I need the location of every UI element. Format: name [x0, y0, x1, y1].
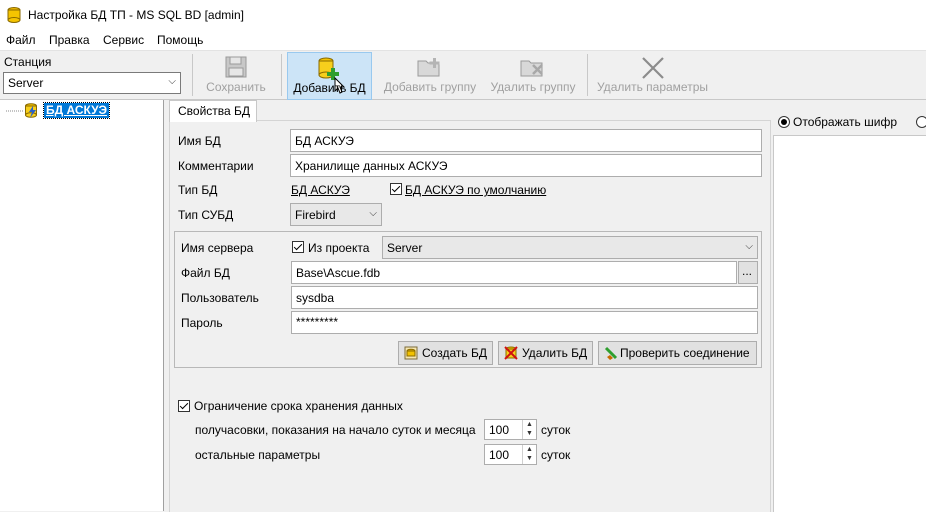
app-db-icon [7, 7, 21, 23]
retention-row2-unit: суток [541, 448, 571, 462]
create-db-icon [404, 346, 418, 360]
add-folder-icon [417, 58, 440, 77]
server-value: Server [387, 241, 423, 255]
password-value: ********* [296, 315, 339, 329]
tree-connector [6, 110, 24, 112]
file-value: Base\Ascue.fdb [296, 266, 381, 280]
browse-button[interactable]: ... [738, 261, 758, 284]
user-field[interactable]: sysdba [291, 286, 758, 309]
check-connection-label: Проверить соединение [620, 346, 750, 360]
add-db-button[interactable]: Добавить БД [287, 52, 372, 100]
tab-db-properties[interactable]: Свойства БД [169, 100, 257, 122]
comment-label: Комментарии [178, 159, 254, 173]
db-node-icon [25, 103, 37, 118]
chevron-down-icon: ⌵ [745, 241, 753, 252]
delete-group-button[interactable]: Удалить группу [485, 52, 581, 98]
menu-file[interactable]: Файл [6, 33, 36, 47]
toolbar-divider [587, 54, 588, 96]
retention-checkbox[interactable] [178, 400, 190, 412]
menu-bar: Файл Правка Сервис Помощь [0, 30, 926, 51]
plug-icon [604, 346, 618, 360]
show-cipher-label: Отображать шифр [793, 115, 897, 129]
default-label[interactable]: БД АСКУЭ по умолчанию [405, 183, 546, 197]
browse-label: ... [742, 264, 753, 278]
chevron-down-icon: ⌵ [369, 208, 377, 219]
right-pane: Отображать шифр [773, 100, 926, 512]
check-connection-button[interactable]: Проверить соединение [598, 341, 757, 365]
retention-row2-spinner[interactable]: 100 ▲ ▼ [484, 444, 537, 465]
spin-arrows-icon[interactable]: ▲ ▼ [522, 420, 536, 439]
delete-folder-icon [520, 60, 543, 77]
show-cipher-radio[interactable] [778, 116, 790, 128]
delete-params-label: Удалить параметры [597, 80, 708, 94]
from-project-checkbox[interactable] [292, 241, 304, 253]
retention-row1-value: 100 [489, 423, 510, 437]
delete-db-icon [504, 346, 518, 360]
dbms-label: Тип СУБД [178, 208, 234, 222]
comment-field[interactable]: Хранилище данных АСКУЭ [290, 154, 762, 177]
file-label: Файл БД [181, 266, 230, 280]
user-label: Пользователь [181, 291, 259, 305]
password-label: Пароль [181, 316, 223, 330]
menu-service[interactable]: Сервис [103, 33, 144, 47]
db-name-field[interactable]: БД АСКУЭ [290, 129, 762, 152]
delete-params-button[interactable]: Удалить параметры [592, 52, 713, 98]
close-icon [641, 57, 664, 79]
retention-row1-unit: суток [541, 423, 571, 437]
password-field[interactable]: ********* [291, 311, 758, 334]
station-select[interactable]: Server ⌵ [3, 72, 181, 94]
retention-row2-label: остальные параметры [195, 448, 321, 462]
spin-arrows-icon[interactable]: ▲ ▼ [522, 445, 536, 464]
tab-label: Свойства БД [178, 104, 251, 118]
add-group-label: Добавить группу [383, 80, 477, 94]
add-db-label: Добавить БД [293, 81, 366, 95]
add-group-button[interactable]: Добавить группу [380, 52, 480, 98]
title-bar: Настройка БД ТП - MS SQL BD [admin] [0, 0, 926, 30]
window-title: Настройка БД ТП - MS SQL BD [admin] [28, 8, 244, 22]
station-value: Server [8, 76, 44, 90]
save-button[interactable]: Сохранить [199, 52, 273, 98]
menu-edit[interactable]: Правка [49, 33, 90, 47]
dbms-select[interactable]: Firebird ⌵ [290, 203, 382, 226]
menu-help[interactable]: Помощь [157, 33, 203, 47]
server-label: Имя сервера [181, 241, 254, 255]
db-name-label: Имя БД [178, 134, 221, 148]
station-label: Станция [4, 55, 52, 69]
delete-db-button[interactable]: Удалить БД [498, 341, 593, 365]
save-icon [225, 56, 247, 78]
retention-row2-value: 100 [489, 448, 510, 462]
toolbar-divider [192, 54, 193, 96]
create-db-button[interactable]: Создать БД [398, 341, 493, 365]
delete-group-label: Удалить группу [490, 80, 576, 94]
from-project-label: Из проекта [308, 241, 370, 255]
create-db-label: Создать БД [422, 346, 487, 360]
retention-label: Ограничение срока хранения данных [194, 399, 403, 413]
retention-row1-label: получасовки, показания на начало суток и… [195, 423, 476, 437]
db-type-link[interactable]: БД АСКУЭ [291, 183, 350, 197]
db-tree: БД АСКУЭ [0, 100, 164, 511]
default-checkbox[interactable] [390, 183, 402, 195]
comment-value: Хранилище данных АСКУЭ [295, 159, 448, 173]
file-field[interactable]: Base\Ascue.fdb [291, 261, 737, 284]
chevron-down-icon: ⌵ [168, 76, 176, 87]
toolbar: Станция Server ⌵ Сохранить Добавить БД Д… [0, 51, 926, 100]
tree-node-db-askue[interactable]: БД АСКУЭ [42, 102, 111, 119]
db-name-value: БД АСКУЭ [295, 134, 354, 148]
user-value: sysdba [296, 291, 335, 305]
retention-row1-spinner[interactable]: 100 ▲ ▼ [484, 419, 537, 440]
server-select[interactable]: Server ⌵ [382, 236, 758, 259]
second-option-radio[interactable] [916, 116, 926, 128]
right-pane-content [773, 135, 926, 512]
toolbar-divider [281, 54, 282, 96]
save-label: Сохранить [206, 80, 266, 94]
delete-db-label: Удалить БД [522, 346, 588, 360]
db-type-label: Тип БД [178, 183, 218, 197]
dbms-value: Firebird [295, 208, 336, 222]
